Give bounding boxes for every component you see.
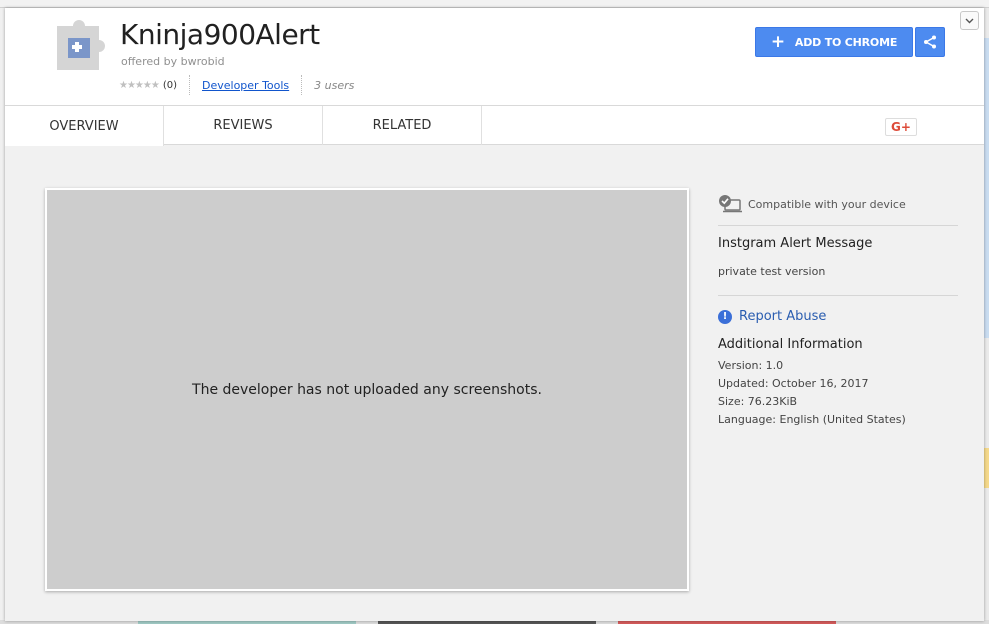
plus-icon: + xyxy=(770,31,785,52)
share-button[interactable] xyxy=(915,27,945,57)
compatibility-status: Compatible with your device xyxy=(718,194,906,214)
add-to-chrome-label: ADD TO CHROME xyxy=(794,35,898,49)
overview-content: The developer has not uploaded any scree… xyxy=(5,146,984,621)
collapse-button[interactable] xyxy=(960,11,979,30)
rating-stars[interactable]: ★★★★★ xyxy=(119,80,160,91)
tab-related[interactable]: RELATED xyxy=(323,106,482,145)
no-screenshots-message: The developer has not uploaded any scree… xyxy=(192,381,542,398)
alert-icon: ! xyxy=(718,309,732,324)
report-abuse-link[interactable]: ! Report Abuse xyxy=(718,309,826,324)
report-abuse-label: Report Abuse xyxy=(739,309,827,324)
tab-bar: OVERVIEW REVIEWS RELATED G+ xyxy=(5,106,984,146)
chevron-down-icon xyxy=(965,18,974,23)
version-info: Version: 1.0 xyxy=(718,359,784,372)
description-title: Instgram Alert Message xyxy=(718,236,873,251)
divider xyxy=(718,225,958,226)
extension-meta: ★★★★★ (0) Developer Tools 3 users xyxy=(119,74,354,96)
additional-info-title: Additional Information xyxy=(718,337,863,352)
category-link[interactable]: Developer Tools xyxy=(202,79,289,92)
description-text: private test version xyxy=(718,265,826,278)
divider xyxy=(718,295,958,296)
extension-title: Kninja900Alert xyxy=(120,18,320,51)
rating-count: (0) xyxy=(162,79,177,91)
share-icon xyxy=(924,35,936,49)
size-info: Size: 76.23KiB xyxy=(718,395,798,408)
screenshot-placeholder: The developer has not uploaded any scree… xyxy=(45,188,689,591)
compatibility-label: Compatible with your device xyxy=(748,197,906,211)
updated-info: Updated: October 16, 2017 xyxy=(718,377,869,390)
compatible-device-icon xyxy=(719,195,742,213)
language-info: Language: English (United States) xyxy=(718,413,906,426)
extension-header: Kninja900Alert offered by bwrobid ★★★★★ … xyxy=(5,8,984,106)
add-to-chrome-button[interactable]: + ADD TO CHROME xyxy=(755,27,913,57)
extension-detail-dialog: Kninja900Alert offered by bwrobid ★★★★★ … xyxy=(5,8,984,621)
meta-divider xyxy=(189,75,190,95)
background-page-top xyxy=(0,0,989,8)
tab-reviews[interactable]: REVIEWS xyxy=(164,106,323,145)
meta-divider xyxy=(301,75,303,95)
tab-overview[interactable]: OVERVIEW xyxy=(5,106,164,146)
google-plus-button[interactable]: G+ xyxy=(885,118,917,136)
user-count: 3 users xyxy=(314,78,355,92)
puzzle-piece-icon xyxy=(51,14,113,72)
offered-by: offered by bwrobid xyxy=(121,55,225,68)
